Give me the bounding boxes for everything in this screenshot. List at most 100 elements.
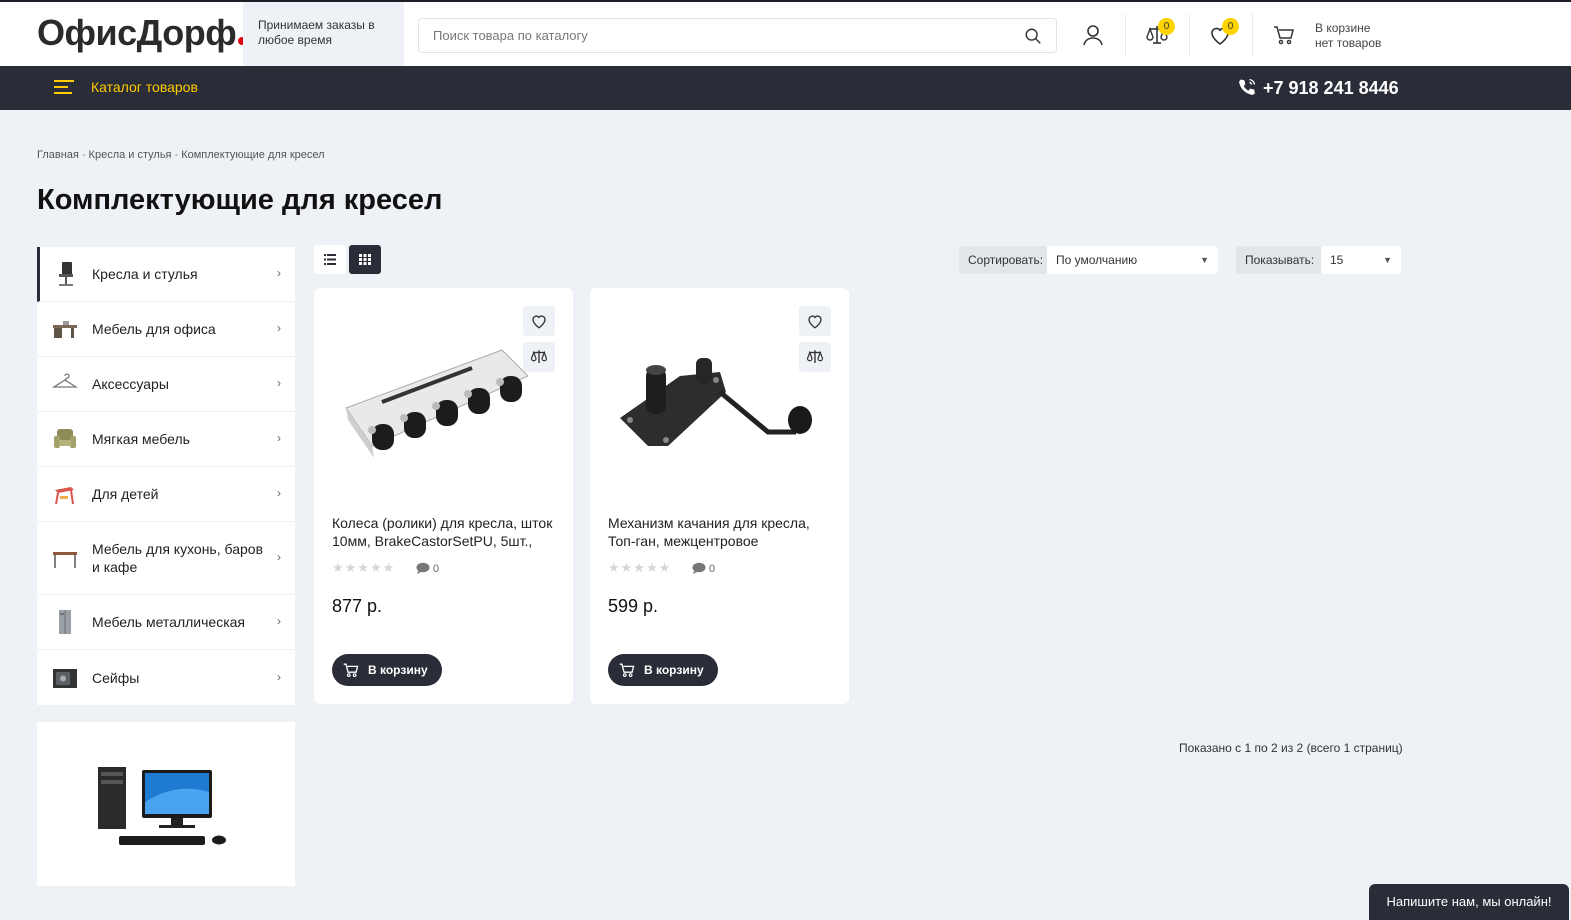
header-divider — [1189, 14, 1190, 56]
sidebar-item-label: Для детей — [92, 486, 159, 502]
top-header: ОфисДорф Принимаем заказы в любое время … — [0, 0, 1571, 66]
list-view-button[interactable] — [314, 245, 346, 274]
computer-image — [98, 767, 226, 845]
sidebar-item-label: Аксессуары — [92, 376, 169, 392]
cart-line-2: нет товаров — [1315, 36, 1382, 50]
chevron-right-icon: › — [277, 266, 281, 280]
cart-summary[interactable]: В корзине нет товаров — [1315, 21, 1381, 51]
page-title: Комплектующие для кресел — [37, 184, 443, 216]
product-image — [345, 349, 529, 458]
show-value: 15 — [1330, 253, 1344, 267]
add-to-cart-button[interactable]: В корзину — [332, 654, 442, 686]
grid-view-button[interactable] — [349, 245, 381, 274]
safe-icon — [53, 668, 77, 688]
kids-desk-icon — [55, 487, 74, 505]
hours-line-1: Принимаем заказы в — [258, 18, 375, 32]
sort-label: Сортировать: — [959, 246, 1053, 274]
add-to-cart-label: В корзину — [368, 663, 428, 677]
product-image — [620, 358, 812, 446]
user-icon[interactable] — [1081, 23, 1105, 47]
rating-stars: ★★★★★ — [332, 560, 396, 575]
chevron-right-icon: › — [277, 431, 281, 445]
cart-icon — [343, 663, 359, 677]
chevron-right-icon: › — [277, 376, 281, 390]
add-to-cart-label: В корзину — [644, 663, 704, 677]
favorites-count-badge: 0 — [1222, 18, 1239, 35]
sidebar-item-chairs[interactable]: Кресла и стулья › — [37, 247, 295, 302]
header-divider — [1252, 14, 1253, 56]
comment-icon — [416, 562, 430, 574]
working-hours: Принимаем заказы в любое время — [243, 2, 404, 66]
catalog-menu-link[interactable]: Каталог товаров — [91, 79, 198, 95]
sidebar-item-soft-furniture[interactable]: Мягкая мебель › — [37, 412, 295, 467]
sidebar-item-label: Кресла и стулья — [92, 266, 198, 282]
table-icon — [53, 552, 77, 568]
chevron-right-icon: › — [277, 550, 281, 564]
sidebar-item-label: Мебель для кухонь, баров и кафе — [92, 541, 264, 575]
sidebar-item-office-furniture[interactable]: Мебель для офиса › — [37, 302, 295, 357]
comment-icon — [692, 562, 706, 574]
rating-stars: ★★★★★ — [608, 560, 672, 575]
chevron-down-icon: ▼ — [1200, 255, 1209, 265]
breadcrumb-home[interactable]: Главная — [37, 149, 79, 161]
nav-bar: Каталог товаров +7 918 241 8446 — [0, 66, 1571, 110]
show-count-select[interactable]: 15 ▼ — [1321, 246, 1401, 274]
cart-icon — [619, 663, 635, 677]
cart-line-1: В корзине — [1315, 21, 1371, 35]
chevron-down-icon: ▼ — [1383, 255, 1392, 265]
phone-number: +7 918 241 8446 — [1263, 78, 1399, 98]
reviews-count-value: 0 — [433, 563, 440, 575]
breadcrumb-current: Комплектующие для кресел — [181, 149, 325, 161]
product-card[interactable]: Механизм качания для кресла, Топ-ган, ме… — [590, 288, 849, 704]
reviews-count[interactable]: 0 — [416, 562, 439, 575]
product-name[interactable]: Колеса (ролики) для кресла, шток 10мм, B… — [332, 514, 554, 552]
compare-count-badge: 0 — [1158, 18, 1175, 35]
sidebar-item-label: Мебель металлическая — [92, 614, 246, 630]
online-chat-button[interactable]: Напишите нам, мы онлайн! — [1369, 884, 1569, 920]
sidebar-item-label: Сейфы — [92, 669, 140, 686]
header-divider — [1125, 14, 1126, 56]
breadcrumb-chairs[interactable]: Кресла и стулья — [89, 149, 172, 161]
product-card[interactable]: Колеса (ролики) для кресла, шток 10мм, B… — [314, 288, 573, 704]
show-label: Показывать: — [1236, 246, 1324, 274]
cart-icon[interactable] — [1272, 23, 1296, 47]
product-price: 877 р. — [332, 596, 383, 616]
reviews-count[interactable]: 0 — [692, 562, 715, 575]
sort-select[interactable]: По умолчанию ▼ — [1047, 246, 1218, 274]
chevron-right-icon: › — [277, 614, 281, 628]
pagination-info: Показано с 1 по 2 из 2 (всего 1 страниц) — [1179, 741, 1403, 755]
chevron-right-icon: › — [277, 486, 281, 500]
list-icon — [324, 254, 336, 265]
chevron-right-icon: › — [277, 669, 281, 684]
chair-icon — [59, 262, 73, 286]
breadcrumb: Главная - Кресла и стулья - Комплектующие дл… — [37, 149, 325, 161]
grid-icon — [359, 254, 371, 265]
sidebar-item-kitchen-furniture[interactable]: Мебель для кухонь, баров и кафе › — [37, 522, 295, 595]
add-to-cart-button[interactable]: В корзину — [608, 654, 718, 686]
desk-icon — [53, 321, 77, 338]
promo-banner[interactable] — [37, 722, 295, 886]
sidebar-item-accessories[interactable]: Аксессуары › — [37, 357, 295, 412]
sort-value: По умолчанию — [1056, 253, 1138, 267]
reviews-count-value: 0 — [709, 563, 716, 575]
search-input[interactable] — [419, 19, 1009, 52]
hours-line-2: любое время — [258, 33, 333, 47]
phone-link[interactable]: +7 918 241 8446 — [1237, 77, 1399, 99]
product-price: 599 р. — [608, 596, 659, 616]
armchair-icon — [54, 429, 76, 448]
logo[interactable]: ОфисДорф — [37, 12, 247, 54]
phone-icon — [1239, 78, 1256, 95]
product-name[interactable]: Механизм качания для кресла, Топ-ган, ме… — [608, 514, 830, 552]
sidebar-item-label: Мебель для офиса — [92, 321, 216, 337]
category-sidebar: Кресла и стулья › Мебель для офиса › Акс… — [37, 247, 295, 705]
search-icon[interactable] — [1024, 27, 1042, 45]
sidebar-item-label: Мягкая мебель — [92, 431, 190, 447]
sidebar-item-safes[interactable]: Сейфы › — [37, 650, 295, 705]
search-box — [418, 18, 1057, 53]
hanger-icon — [51, 373, 79, 388]
logo-text: ОфисДорф — [37, 12, 237, 53]
sidebar-item-metal-furniture[interactable]: Мебель металлическая › — [37, 595, 295, 650]
locker-icon — [59, 610, 71, 634]
sidebar-item-kids[interactable]: Для детей › — [37, 467, 295, 522]
menu-icon[interactable] — [54, 80, 74, 96]
